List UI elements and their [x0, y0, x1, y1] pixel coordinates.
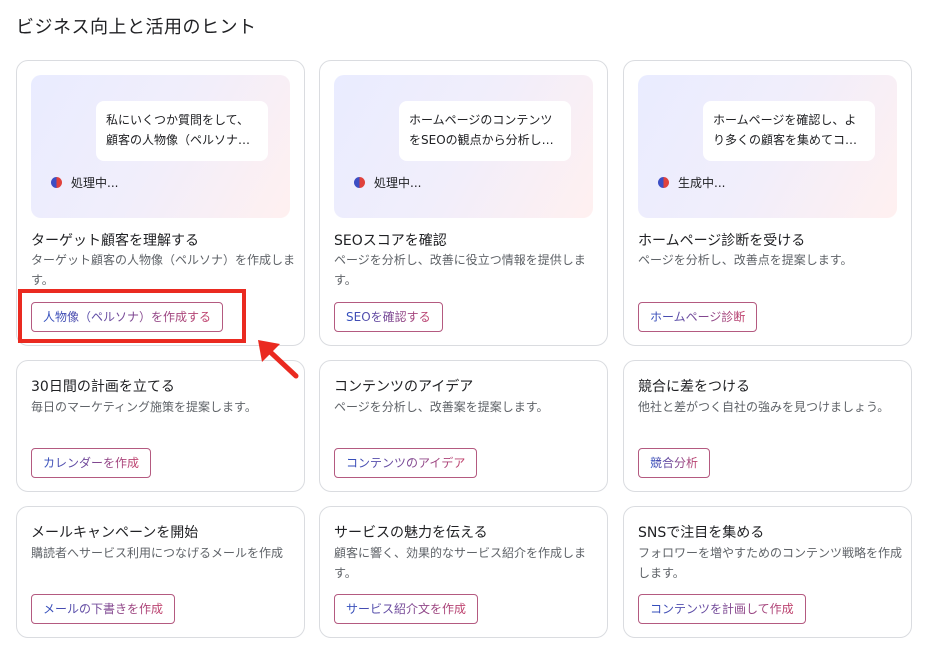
homepage-diagnosis-button[interactable]: ホームページ診断 — [638, 302, 758, 332]
card-description: 他社と差がつく自社の強みを見つけましょう。 — [638, 400, 890, 414]
status-indicator: 処理中... — [51, 174, 118, 191]
status-indicator: 処理中... — [354, 174, 421, 191]
card-title: 30日間の計画を立てる — [31, 379, 175, 395]
bubble-text-line1: ホームページを確認し、よ — [713, 113, 857, 127]
draft-email-button[interactable]: メールの下書きを作成 — [31, 594, 176, 624]
bubble-text-line2: り多くの顧客を集めてコ… — [713, 133, 858, 147]
card-homepage-diagnosis: ホームページを確認し、よ り多くの顧客を集めてコ… 生成中... ホームページ診… — [623, 60, 912, 346]
card-title: メールキャンペーンを開始 — [31, 525, 199, 541]
bubble-text-line1: 私にいくつか質問をして、 — [106, 113, 250, 127]
status-text: 処理中... — [71, 176, 119, 190]
card-title: ターゲット顧客を理解する — [31, 233, 199, 249]
card-description: 購読者へサービス利用につなげるメールを作成 — [31, 546, 284, 560]
card-preview: ホームページのコンテンツ をSEOの観点から分析し… 処理中... — [334, 75, 593, 218]
plan-content-button[interactable]: コンテンツを計画して作成 — [638, 594, 806, 624]
card-preview: 私にいくつか質問をして、 顧客の人物像（ペルソナ… 処理中... — [31, 75, 290, 218]
card-title: ホームページ診断を受ける — [638, 233, 806, 249]
gemini-dot-icon — [354, 177, 365, 188]
chat-bubble: ホームページのコンテンツ をSEOの観点から分析し… — [399, 101, 571, 161]
page-title: ビジネス向上と活用のヒント — [16, 17, 257, 38]
content-ideas-button[interactable]: コンテンツのアイデア — [334, 448, 478, 478]
card-description: 顧客に響く、効果的なサービス紹介を作成します。 — [334, 546, 587, 580]
card-title: サービスの魅力を伝える — [334, 525, 488, 541]
chat-bubble: ホームページを確認し、よ り多くの顧客を集めてコ… — [703, 101, 875, 161]
card-title: SEOスコアを確認 — [334, 233, 447, 249]
card-competitor: 競合に差をつける 他社と差がつく自社の強みを見つけましょう。 競合分析 — [623, 360, 912, 492]
card-content-ideas: コンテンツのアイデア ページを分析し、改善案を提案します。 コンテンツのアイデア — [319, 360, 608, 492]
status-text: 処理中... — [374, 176, 422, 190]
create-calendar-button[interactable]: カレンダーを作成 — [31, 448, 152, 478]
card-description: 毎日のマーケティング施策を提案します。 — [31, 400, 257, 414]
highlight-box — [18, 289, 246, 343]
card-preview: ホームページを確認し、よ り多くの顧客を集めてコ… 生成中... — [638, 75, 897, 218]
status-text: 生成中... — [678, 176, 726, 190]
card-sns-attention: SNSで注目を集める フォロワーを増やすためのコンテンツ戦略を作成します。 コン… — [623, 506, 912, 638]
card-description: ページを分析し、改善案を提案します。 — [334, 400, 549, 414]
card-service-appeal: サービスの魅力を伝える 顧客に響く、効果的なサービス紹介を作成します。 サービス… — [319, 506, 608, 638]
chat-bubble: 私にいくつか質問をして、 顧客の人物像（ペルソナ… — [96, 101, 268, 161]
bubble-text-line1: ホームページのコンテンツ — [409, 113, 553, 127]
card-description: ターゲット顧客の人物像（ペルソナ）を作成します。 — [31, 253, 296, 287]
card-description: フォロワーを増やすためのコンテンツ戦略を作成します。 — [638, 546, 903, 580]
card-description: ページを分析し、改善点を提案します。 — [638, 253, 853, 267]
gemini-dot-icon — [51, 177, 62, 188]
card-title: 競合に差をつける — [638, 379, 750, 395]
gemini-dot-icon — [658, 177, 669, 188]
status-indicator: 生成中... — [658, 174, 725, 191]
red-arrow-icon — [258, 340, 299, 379]
bubble-text-line2: 顧客の人物像（ペルソナ… — [106, 133, 251, 147]
card-title: SNSで注目を集める — [638, 525, 765, 541]
create-service-intro-button[interactable]: サービス紹介文を作成 — [334, 594, 479, 624]
card-title: コンテンツのアイデア — [334, 379, 474, 395]
card-seo-score: ホームページのコンテンツ をSEOの観点から分析し… 処理中... SEOスコア… — [319, 60, 608, 346]
competitor-analysis-button[interactable]: 競合分析 — [638, 448, 711, 478]
bubble-text-line2: をSEOの観点から分析し… — [409, 133, 554, 147]
card-email-campaign: メールキャンペーンを開始 購読者へサービス利用につなげるメールを作成 メールの下… — [16, 506, 305, 638]
check-seo-button[interactable]: SEOを確認する — [334, 302, 443, 332]
card-description: ページを分析し、改善に役立つ情報を提供します。 — [334, 253, 586, 287]
